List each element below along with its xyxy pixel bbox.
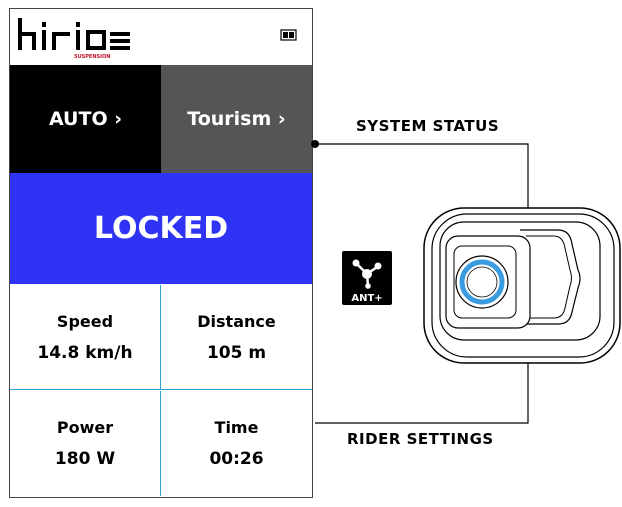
handlebar-remote[interactable] — [420, 200, 622, 375]
system-status-label: SYSTEM STATUS — [356, 117, 500, 135]
rider-settings-label: RIDER SETTINGS — [347, 430, 494, 448]
ant-plus-icon: ANT+ — [342, 251, 392, 305]
ant-plus-label: ANT+ — [351, 293, 382, 304]
